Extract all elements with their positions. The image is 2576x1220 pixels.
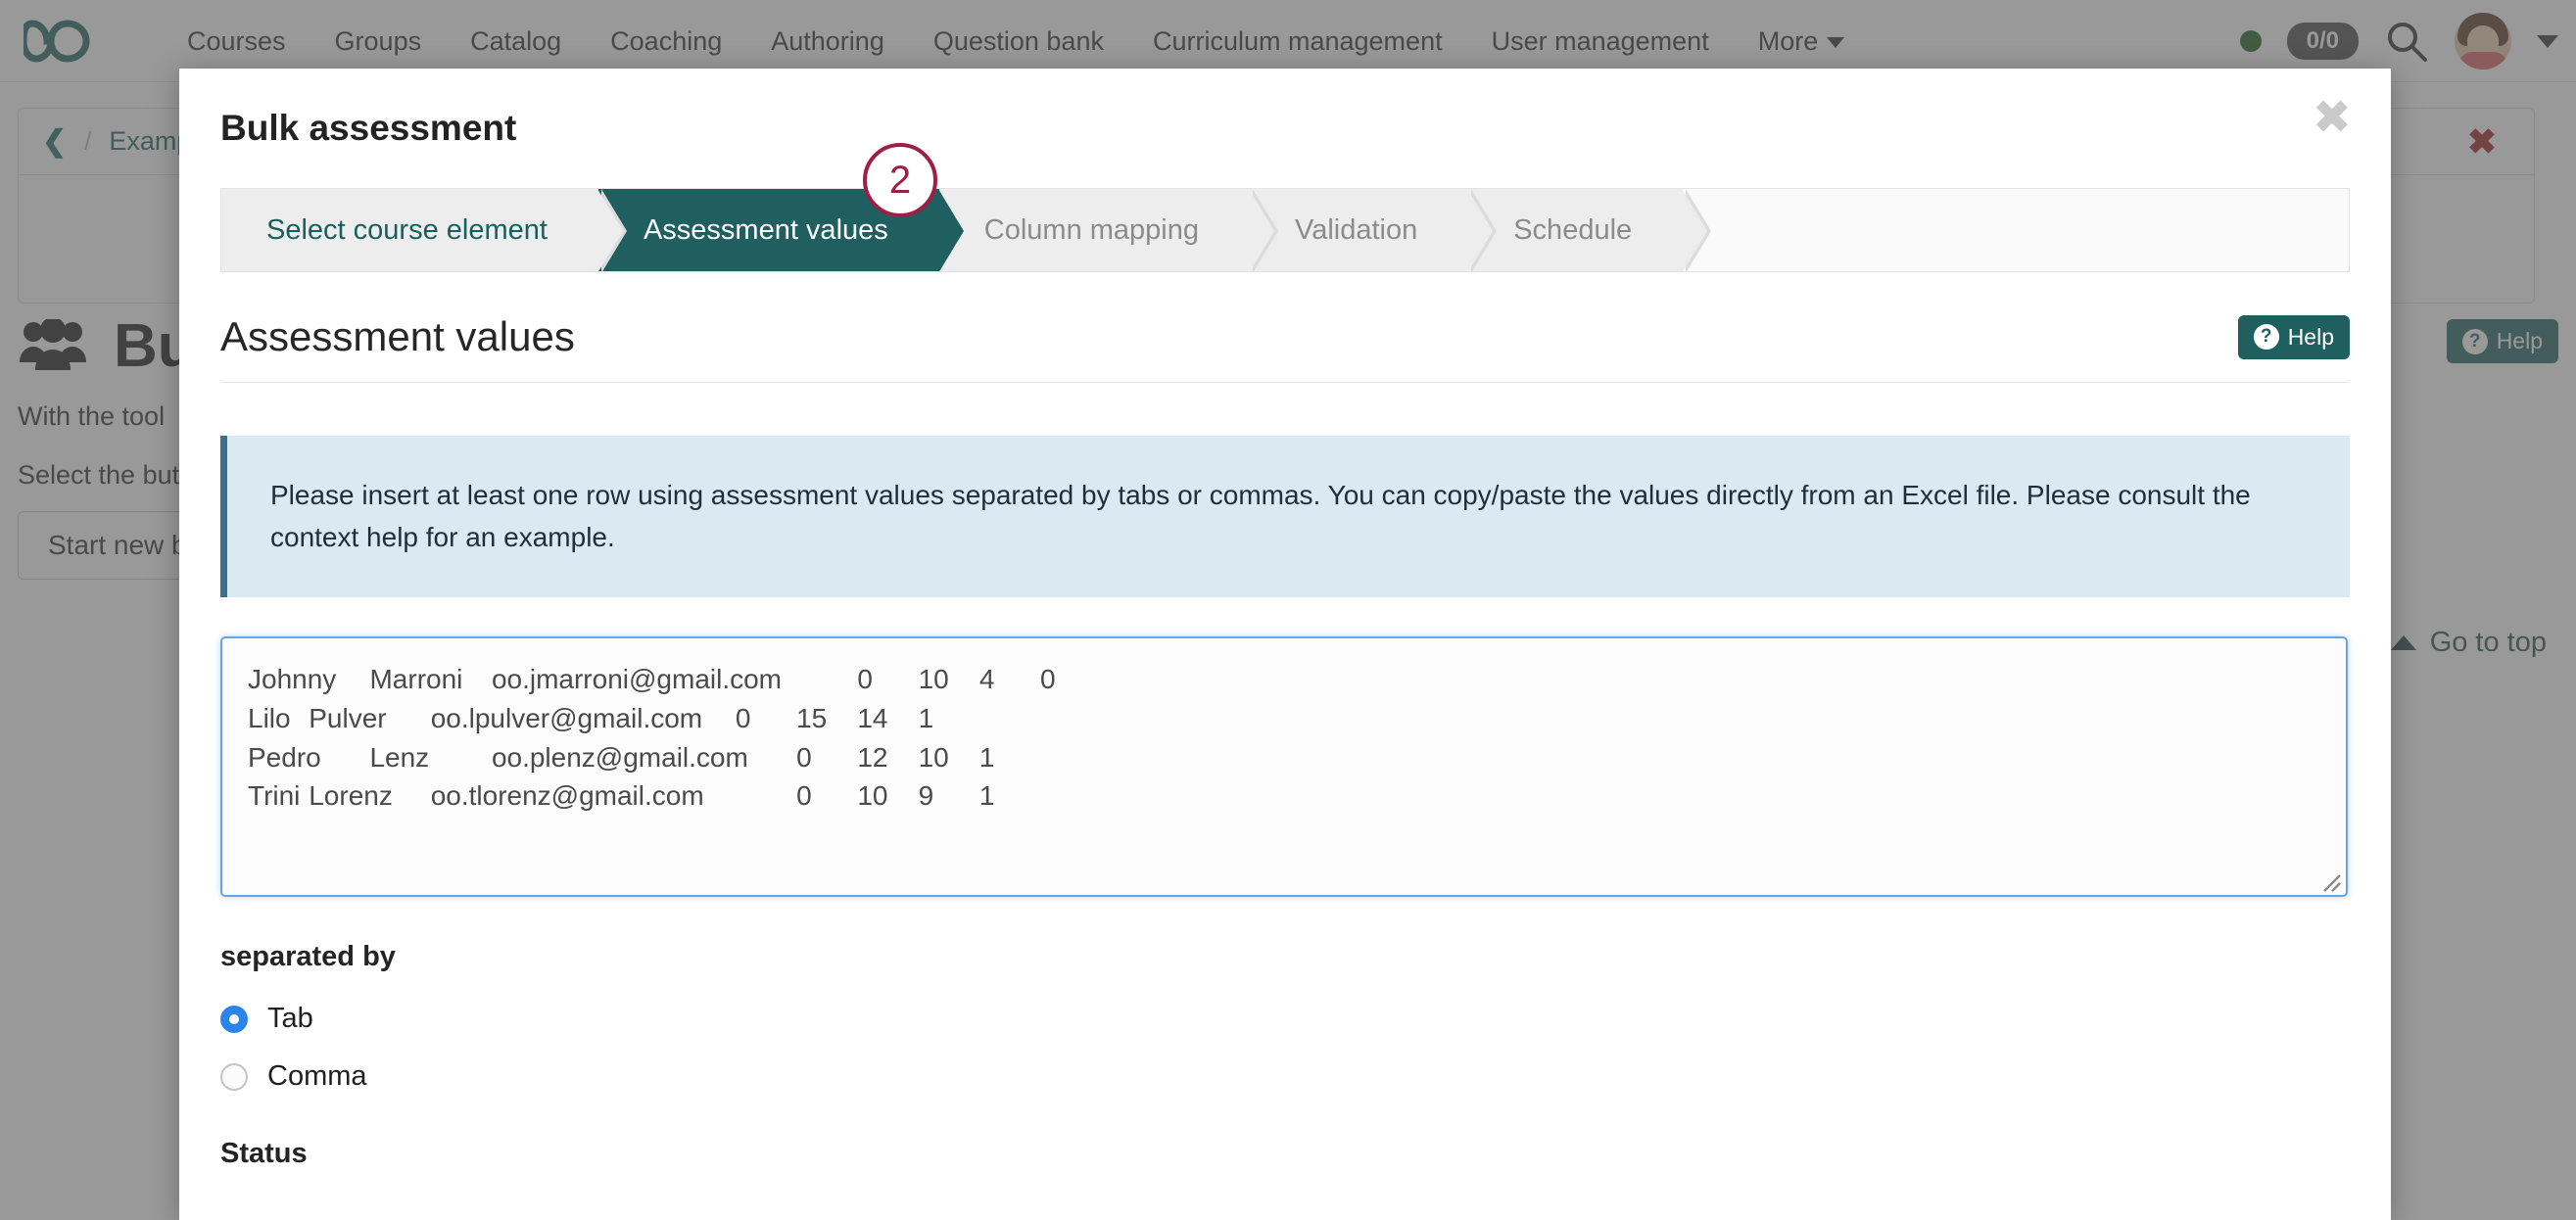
modal-body: Select course element Assessment values … (179, 188, 2391, 1170)
assessment-values-field (220, 636, 2350, 902)
step-arrow (1249, 189, 1274, 272)
radio-comma-input[interactable] (220, 1063, 248, 1091)
step-arrow (1682, 189, 1707, 272)
wizard-step-select-course-element[interactable]: Select course element (221, 189, 598, 271)
wizard-steps: Select course element Assessment values … (220, 188, 2350, 272)
step-arrow (938, 189, 964, 272)
radio-option-comma[interactable]: Comma (220, 1060, 2350, 1093)
help-button[interactable]: ? Help (2238, 315, 2350, 359)
wizard-steps-wrapper: Select course element Assessment values … (220, 188, 2350, 272)
modal-close-x-icon[interactable]: ✖ (2313, 94, 2352, 141)
wizard-step-column-mapping[interactable]: Column mapping (939, 189, 1250, 271)
section-header: Assessment values ? Help (220, 313, 2350, 383)
wizard-step-5-label: Schedule (1513, 214, 1632, 247)
radio-option-tab[interactable]: Tab (220, 1003, 2350, 1035)
info-alert-text: Please insert at least one row using ass… (270, 475, 2259, 558)
screen: Courses Groups Catalog Coaching Authorin… (0, 0, 2576, 1220)
wizard-step-4-label: Validation (1295, 214, 1417, 247)
wizard-step-3-label: Column mapping (984, 214, 1199, 247)
annotation-badge-2: 2 (863, 143, 937, 217)
radio-tab-input[interactable] (220, 1006, 248, 1033)
question-circle-icon: ? (2254, 324, 2279, 350)
modal-header: Bulk assessment ✖ (179, 69, 2391, 188)
radio-comma-label: Comma (267, 1060, 367, 1093)
modal-title: Bulk assessment (220, 108, 516, 149)
wizard-step-2-label: Assessment values (644, 214, 888, 247)
wizard-step-1-label: Select course element (266, 214, 548, 247)
section-title: Assessment values (220, 313, 575, 360)
step-arrow (1467, 189, 1493, 272)
step-arrow (597, 189, 623, 272)
help-button-label: Help (2288, 324, 2334, 351)
wizard-step-schedule[interactable]: Schedule (1468, 189, 1683, 271)
status-label: Status (220, 1138, 2350, 1170)
info-alert: Please insert at least one row using ass… (220, 436, 2350, 597)
wizard-step-validation[interactable]: Validation (1250, 189, 1468, 271)
bulk-assessment-modal: Bulk assessment ✖ Select course element … (179, 69, 2391, 1220)
radio-tab-label: Tab (267, 1003, 313, 1035)
separated-by-label: separated by (220, 941, 2350, 973)
assessment-values-textarea[interactable] (220, 636, 2348, 897)
